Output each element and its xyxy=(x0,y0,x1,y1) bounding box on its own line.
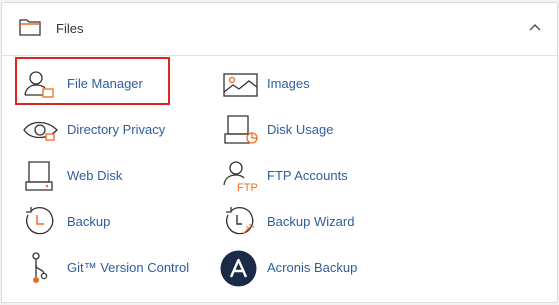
item-label: Directory Privacy xyxy=(67,122,166,137)
item-label: Disk Usage xyxy=(267,122,334,137)
file-manager-link[interactable]: File Manager xyxy=(19,61,209,107)
item-label: FTP Accounts xyxy=(267,168,348,183)
item-label: Web Disk xyxy=(67,168,123,183)
disk-usage-icon xyxy=(223,114,258,146)
acronis-backup-icon xyxy=(220,250,257,287)
file-manager-icon xyxy=(23,68,55,100)
acronis-backup-link[interactable]: Acronis Backup xyxy=(219,245,409,291)
backup-wizard-link[interactable]: Backup Wizard xyxy=(219,199,409,245)
panel-header[interactable]: Files xyxy=(2,3,557,56)
folder-icon xyxy=(19,18,41,36)
ftp-accounts-icon: FTP xyxy=(223,160,258,192)
web-disk-icon xyxy=(23,160,55,192)
item-label: Images xyxy=(267,76,310,91)
web-disk-link[interactable]: Web Disk xyxy=(19,153,209,199)
panel-title: Files xyxy=(56,21,84,36)
item-label: Backup xyxy=(67,214,111,229)
directory-privacy-icon xyxy=(23,114,58,146)
item-label: Acronis Backup xyxy=(267,260,358,275)
files-panel: Files File Manager Images Directory Priv… xyxy=(1,2,558,303)
git-version-control-icon xyxy=(23,252,55,284)
item-label: Git™ Version Control xyxy=(67,260,190,275)
svg-text:FTP: FTP xyxy=(237,182,258,192)
images-icon xyxy=(223,68,258,100)
ftp-accounts-link[interactable]: FTP FTP Accounts xyxy=(219,153,409,199)
git-version-control-link[interactable]: Git™ Version Control xyxy=(19,245,209,291)
directory-privacy-link[interactable]: Directory Privacy xyxy=(19,107,209,153)
item-label: Backup Wizard xyxy=(267,214,355,229)
item-label: File Manager xyxy=(67,76,143,91)
chevron-up-icon[interactable] xyxy=(529,23,541,31)
images-link[interactable]: Images xyxy=(219,61,409,107)
backup-wizard-icon xyxy=(223,206,255,238)
backup-link[interactable]: Backup xyxy=(19,199,209,245)
backup-icon xyxy=(23,206,55,238)
disk-usage-link[interactable]: Disk Usage xyxy=(219,107,409,153)
